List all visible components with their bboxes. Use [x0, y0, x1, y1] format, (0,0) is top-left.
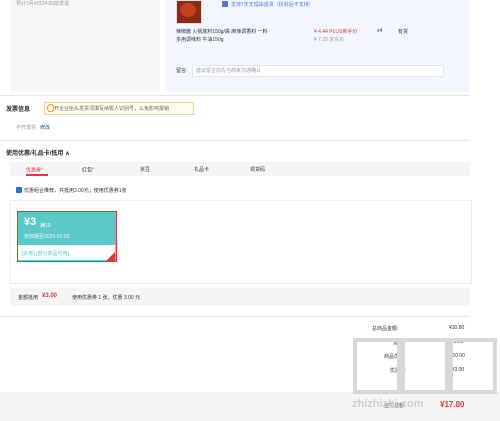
- invoice-hint: 开企业抬头发票须填写纳税人识别号，以免影响报销: [54, 106, 170, 112]
- service-badge-icon: [222, 1, 228, 7]
- lightbulb-icon: [47, 104, 54, 112]
- note-label: 留言:: [176, 68, 188, 74]
- combo-text: 优惠组合推荐，共抵用3.00元；使用优惠券1张: [24, 188, 127, 194]
- watermark-text: zhizhizhi.com: [352, 398, 424, 410]
- watermark-glyph: [401, 338, 449, 394]
- product-name-line1[interactable]: 辣椒酱 火锅底料150g/袋 麻辣调香料 一料: [176, 28, 268, 35]
- watermark-glyph: [353, 338, 401, 394]
- summary-detail: 使用优惠券 1 张，优惠 3.00 元: [72, 295, 141, 301]
- tab-label: 礼品卡: [194, 167, 210, 173]
- product-original-price: ¥ 7.20 京东价: [314, 37, 345, 43]
- payable-amount: ¥17.80: [440, 400, 465, 409]
- tab-label: 京豆: [140, 167, 151, 173]
- order-item-panel: [165, 0, 470, 92]
- summary-amount: ¥3.00: [42, 293, 58, 299]
- invoice-edit-link[interactable]: 修改: [40, 124, 50, 131]
- total-row: 总商品金额:: [372, 325, 398, 332]
- delivery-note: 预计7月4日24:00前发货: [16, 1, 70, 7]
- divider: [0, 316, 470, 317]
- service-text: 支持7天无理由退货（拆封后不支持）: [231, 2, 314, 8]
- tab-dot: ●: [41, 166, 43, 170]
- invoice-type: 不开发票: [16, 125, 37, 131]
- tab-coupons[interactable]: 优惠券●: [26, 166, 43, 174]
- divider: [0, 95, 470, 96]
- summary-label: 金额抵用: [18, 295, 39, 301]
- product-name-line2[interactable]: 多用调味料 牛油150g: [176, 36, 224, 43]
- tab-label: 优惠券: [26, 167, 42, 174]
- product-quantity: x4: [377, 28, 383, 34]
- delivery-panel: [10, 0, 160, 92]
- invoice-title: 发票信息: [6, 107, 31, 113]
- coupon-condition: 满10: [40, 223, 51, 229]
- product-price: ¥ 4.44 PLUS到手价: [314, 29, 358, 35]
- tab-gift-card[interactable]: 礼品卡: [194, 166, 209, 173]
- total-label: 总商品金额:: [372, 326, 399, 332]
- note-placeholder: 建议留言前先与商家沟通确认: [196, 68, 262, 74]
- combo-checkbox[interactable]: [16, 187, 22, 193]
- tab-dot: ●: [92, 166, 94, 170]
- coupon-tabs: [10, 162, 470, 176]
- product-image-icon: [180, 3, 196, 17]
- tab-active-indicator: [26, 174, 48, 176]
- tab-jd-beans[interactable]: 京豆: [140, 166, 150, 173]
- tab-pickup-code[interactable]: 领货码: [250, 166, 265, 173]
- total-value: ¥30.80: [449, 325, 465, 331]
- coupon-validity: 有效期至2025-07-03: [24, 234, 70, 240]
- tab-red-packet[interactable]: 红包●: [82, 166, 94, 174]
- watermark-glyph: [449, 338, 497, 394]
- tab-label: 领货码: [250, 167, 266, 173]
- divider: [0, 140, 470, 141]
- watermark-logo: [345, 338, 500, 400]
- coupon-section-title[interactable]: 使用优惠/礼品卡/抵用 ∧: [6, 148, 70, 157]
- product-stock: 有货: [398, 29, 409, 35]
- coupon-tag: [东券] [部分商品可用]: [22, 251, 69, 257]
- selected-check-icon: [106, 252, 115, 261]
- tab-label: 红包: [82, 167, 93, 174]
- coupon-amount: ¥3: [24, 216, 37, 228]
